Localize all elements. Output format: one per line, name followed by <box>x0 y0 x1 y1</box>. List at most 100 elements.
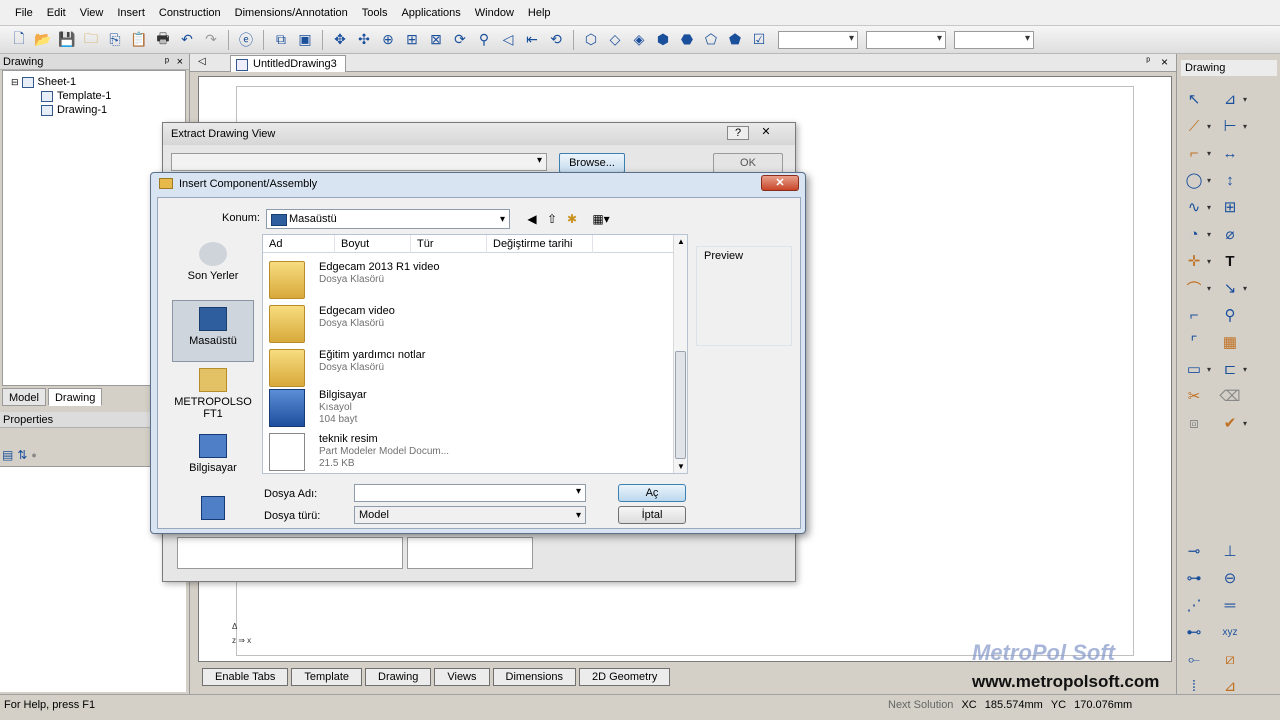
paste-icon[interactable]: 📋 <box>128 29 150 51</box>
walk-icon[interactable]: ⚲ <box>473 29 495 51</box>
coincident-constraint-icon[interactable]: ⊶ <box>1183 567 1205 589</box>
menu-applications[interactable]: Applications <box>394 0 467 26</box>
scissors-icon[interactable]: ✂ <box>1183 385 1205 407</box>
menu-edit[interactable]: Edit <box>40 0 73 26</box>
back-icon[interactable]: ◀ <box>524 211 540 227</box>
list-item[interactable]: teknik resim Part Modeler Model Docum...… <box>267 429 671 473</box>
menu-window[interactable]: Window <box>468 0 521 26</box>
close-button[interactable]: ✕ <box>761 175 799 191</box>
file-type-select[interactable]: Model <box>354 506 586 524</box>
rotate-icon[interactable]: ⟳ <box>449 29 471 51</box>
view-bottom-icon[interactable]: ⬟ <box>724 29 746 51</box>
tab-scroll-right-icon[interactable]: ᵖ <box>1146 56 1150 67</box>
column-size[interactable]: Boyut <box>335 235 411 253</box>
tangent-constraint-icon[interactable]: ⊖ <box>1219 567 1241 589</box>
view-menu-icon[interactable]: ▦▾ <box>588 211 614 227</box>
menu-insert[interactable]: Insert <box>110 0 152 26</box>
xyz-icon[interactable]: xyz <box>1219 621 1241 643</box>
tab-2d-geometry[interactable]: 2D Geometry <box>578 668 671 686</box>
fillet-icon[interactable]: ⌒ <box>1183 277 1205 299</box>
pan-icon[interactable]: ✥ <box>329 29 351 51</box>
eraser-icon[interactable]: ⌫ <box>1219 385 1241 407</box>
bracket-icon[interactable]: ⊏ <box>1219 358 1241 380</box>
chevron-down-icon[interactable]: ▾ <box>1207 358 1219 380</box>
tab-model[interactable]: Model <box>2 388 46 406</box>
text-icon[interactable]: T <box>1219 250 1241 272</box>
diameter-icon[interactable]: ⌀ <box>1219 223 1241 245</box>
move-icon[interactable]: ✣ <box>353 29 375 51</box>
tree-item-drawing[interactable]: Drawing-1 <box>3 103 185 117</box>
previous-view-icon[interactable]: ⇤ <box>521 29 543 51</box>
chevron-down-icon[interactable]: ▾ <box>1243 277 1255 299</box>
grid-icon[interactable]: ⁞ <box>1183 675 1205 697</box>
chevron-down-icon[interactable]: ▾ <box>1207 223 1219 245</box>
relations-icon[interactable]: ⧄ <box>1219 648 1241 670</box>
column-type[interactable]: Tür <box>411 235 487 253</box>
help-button[interactable]: ? <box>727 126 749 140</box>
chevron-down-icon[interactable]: ▾ <box>1207 115 1219 137</box>
dimension-smart-icon[interactable]: ⊿ <box>1219 88 1241 110</box>
redo-icon[interactable]: ↷ <box>200 29 222 51</box>
menu-file[interactable]: File <box>8 0 40 26</box>
tree-item-sheet[interactable]: ⊟ Sheet-1 <box>3 75 185 89</box>
file-name-input[interactable] <box>354 484 586 502</box>
close-icon[interactable]: × <box>177 54 183 70</box>
list-item[interactable]: Eğitim yardımcı notlar Dosya Klasörü <box>267 345 671 389</box>
rectangle-icon[interactable]: ▭ <box>1183 358 1205 380</box>
save-all-icon[interactable]: 🗀 <box>80 29 102 51</box>
scale-options-box[interactable] <box>407 537 533 569</box>
weld-symbol-icon[interactable]: ▦ <box>1219 331 1241 353</box>
list-item[interactable]: Edgecam video Dosya Klasörü <box>267 301 671 345</box>
document-tab[interactable]: UntitledDrawing3 <box>230 55 346 72</box>
copy-icon[interactable]: ⎘ <box>104 29 126 51</box>
tab-scroll-left-icon[interactable]: ◁ <box>198 56 206 67</box>
open-button[interactable]: Aç <box>618 484 686 502</box>
vertical-dimension-icon[interactable]: ↕ <box>1219 169 1241 191</box>
view-options-box[interactable] <box>177 537 403 569</box>
browse-button[interactable]: Browse... <box>559 153 625 173</box>
layer-combo[interactable] <box>866 30 946 49</box>
balloon-icon[interactable]: ⚲ <box>1219 304 1241 326</box>
point-icon[interactable]: ✛ <box>1183 250 1205 272</box>
perpendicular-constraint-icon[interactable]: ⊥ <box>1219 540 1241 562</box>
place-recent[interactable]: Son Yerler <box>172 242 254 298</box>
menu-help[interactable]: Help <box>521 0 558 26</box>
view-back-icon[interactable]: ⬠ <box>700 29 722 51</box>
tab-template[interactable]: Template <box>291 668 362 686</box>
tab-drawing-commands[interactable]: Drawing <box>365 668 432 686</box>
tab-drawing[interactable]: Drawing <box>47 388 103 406</box>
tab-views[interactable]: Views <box>434 668 490 686</box>
tab-dimensions[interactable]: Dimensions <box>492 668 576 686</box>
circle-icon[interactable]: ◯ <box>1183 169 1205 191</box>
equal-constraint-icon[interactable]: ═ <box>1219 594 1241 616</box>
location-combo[interactable]: Masaüstü <box>266 209 510 229</box>
new-file-icon[interactable]: 🗋 <box>8 29 30 51</box>
measure-icon[interactable]: ⊿ <box>1219 675 1241 697</box>
list-item[interactable]: Bilgisayar Kısayol 104 bayt <box>267 385 671 429</box>
ordinate-dimension-icon[interactable]: ⊢ <box>1219 115 1241 137</box>
trim-icon[interactable]: ⌜ <box>1183 331 1205 353</box>
menu-view[interactable]: View <box>73 0 111 26</box>
view-front-icon[interactable]: ◇ <box>604 29 626 51</box>
chevron-down-icon[interactable]: ▾ <box>1207 277 1219 299</box>
scroll-thumb[interactable] <box>675 351 686 459</box>
menu-tools[interactable]: Tools <box>355 0 395 26</box>
chevron-down-icon[interactable]: ▾ <box>1207 169 1219 191</box>
select-arrow-icon[interactable]: ↖ <box>1183 88 1205 110</box>
layout-icon[interactable]: ⧉ <box>270 29 292 51</box>
categorized-icon[interactable]: ▤ <box>2 448 13 462</box>
horizontal-dimension-icon[interactable]: ↔ <box>1219 142 1241 164</box>
new-folder-icon[interactable]: ✱ <box>564 211 580 227</box>
chevron-down-icon[interactable]: ▾ <box>1207 250 1219 272</box>
column-name[interactable]: Ad <box>263 235 335 253</box>
style-combo[interactable] <box>778 30 858 49</box>
close-document-icon[interactable]: × <box>1161 55 1168 69</box>
connect-icon[interactable]: ⟜ <box>1183 648 1205 670</box>
chevron-down-icon[interactable]: ▾ <box>1243 412 1255 434</box>
look-at-icon[interactable]: ◁ <box>497 29 519 51</box>
check-icon[interactable]: ✔ <box>1219 412 1241 434</box>
line-icon[interactable]: ⟋ <box>1183 115 1205 137</box>
refresh-view-icon[interactable]: ⟲ <box>545 29 567 51</box>
chevron-down-icon[interactable]: ▾ <box>1243 115 1255 137</box>
tab-enable-tabs[interactable]: Enable Tabs <box>202 668 289 686</box>
